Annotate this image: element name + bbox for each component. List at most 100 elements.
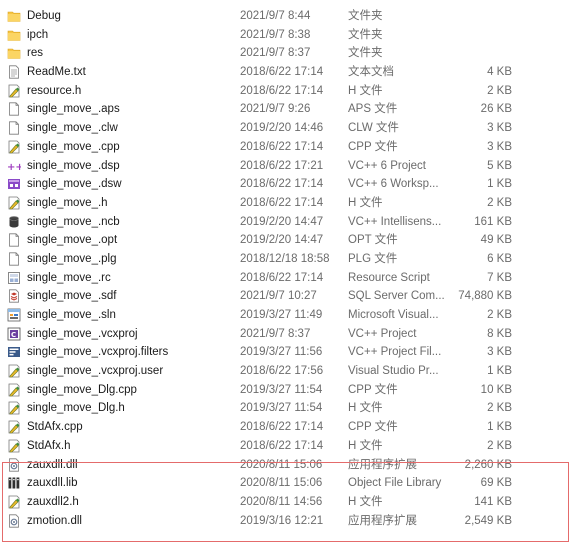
file-size: 161 KB bbox=[474, 215, 512, 228]
file-name: single_move_.ncb bbox=[27, 215, 120, 228]
code-file-icon bbox=[7, 420, 21, 434]
file-size: 74,880 KB bbox=[458, 290, 512, 303]
file-name: single_move_.plg bbox=[27, 252, 117, 265]
file-type: VC++ Project Fil... bbox=[348, 346, 442, 359]
file-date: 2018/6/22 17:14 bbox=[240, 66, 324, 79]
file-row[interactable]: single_move_.vcxproj.filters 2019/3/27 11… bbox=[0, 343, 576, 362]
vc6-workspace-icon bbox=[7, 177, 21, 191]
file-row[interactable]: zmotion.dll 2019/3/16 12:21 应用程序扩展 2,549 KB bbox=[0, 512, 576, 531]
file-name: res bbox=[27, 47, 43, 60]
code-file-icon bbox=[7, 140, 21, 154]
file-name: resource.h bbox=[27, 84, 82, 97]
svg-text:++: ++ bbox=[7, 162, 21, 173]
file-row[interactable]: Csingle_move_.vcxproj 2021/9/7 8:37 VC++ P… bbox=[0, 325, 576, 344]
file-type: Object File Library bbox=[348, 477, 442, 490]
file-row[interactable]: resource.h 2018/6/22 17:14 H 文件 2 KB bbox=[0, 82, 576, 101]
file-size: 1 KB bbox=[487, 421, 512, 434]
file-row[interactable]: StdAfx.cpp 2018/6/22 17:14 CPP 文件 1 KB bbox=[0, 418, 576, 437]
file-row[interactable]: single_move_.aps 2021/9/7 9:26 APS 文件 26 KB bbox=[0, 100, 576, 119]
file-date: 2021/9/7 8:37 bbox=[240, 327, 311, 340]
file-row[interactable]: single_move_.clw 2019/2/20 14:46 CLW 文件 3 K… bbox=[0, 119, 576, 138]
file-type: H 文件 bbox=[348, 495, 383, 508]
file-type: OPT 文件 bbox=[348, 234, 398, 247]
file-size: 49 KB bbox=[480, 234, 512, 247]
file-type: CLW 文件 bbox=[348, 122, 399, 135]
file-date: 2021/9/7 8:44 bbox=[240, 10, 311, 22]
filters-file-icon bbox=[7, 345, 21, 359]
file-name: single_move_.cpp bbox=[27, 140, 120, 153]
file-row[interactable]: single_move_.h 2018/6/22 17:14 H 文件 2 KB bbox=[0, 194, 576, 213]
file-type: VC++ 6 Worksp... bbox=[348, 178, 439, 191]
svg-text:C: C bbox=[11, 331, 16, 339]
file-name: single_move_.h bbox=[27, 196, 108, 209]
file-name: single_move_.vcxproj.user bbox=[27, 365, 164, 378]
file-row[interactable]: single_move_.cpp 2018/6/22 17:14 CPP 文件 3 K… bbox=[0, 138, 576, 157]
file-row[interactable]: ++ single_move_.dsp 2018/6/22 17:21 VC++ 6 … bbox=[0, 157, 576, 176]
file-size: 6 KB bbox=[487, 252, 512, 265]
file-row[interactable]: single_move_Dlg.cpp 2019/3/27 11:54 CPP 文件… bbox=[0, 381, 576, 400]
file-row[interactable]: single_move_.sdf 2021/9/7 10:27 SQL Server… bbox=[0, 287, 576, 306]
blank-file-icon bbox=[7, 102, 21, 117]
file-date: 2019/3/27 11:54 bbox=[240, 383, 323, 396]
file-name: ipch bbox=[27, 28, 49, 41]
file-date: 2021/9/7 8:38 bbox=[240, 28, 311, 41]
file-type: VC++ Intellisens... bbox=[348, 215, 442, 228]
file-name: single_move_.dsw bbox=[27, 178, 122, 191]
file-row[interactable]: single_move_.opt 2019/2/20 14:47 OPT 文件 49 … bbox=[0, 231, 576, 250]
file-row[interactable]: res 2021/9/7 8:37 文件夹 bbox=[0, 44, 576, 63]
file-row[interactable]: single_move_.vcxproj.user 2018/6/22 17:56… bbox=[0, 362, 576, 381]
file-row[interactable]: single_move_.rc 2018/6/22 17:14 Resource S… bbox=[0, 269, 576, 288]
file-row[interactable]: single_move_Dlg.h 2019/3/27 11:54 H 文件 2 KB bbox=[0, 399, 576, 418]
file-row[interactable]: single_move_.plg 2018/12/18 18:58 PLG 文件 6 … bbox=[0, 250, 576, 269]
file-row[interactable]: ReadMe.txt 2018/6/22 17:14 文本文档 4 KB bbox=[0, 63, 576, 82]
file-date: 2018/6/22 17:14 bbox=[240, 439, 324, 452]
file-size: 26 KB bbox=[480, 103, 512, 116]
file-size: 2 KB bbox=[487, 402, 512, 415]
code-file-icon bbox=[7, 196, 21, 210]
file-row[interactable]: Debug 2021/9/7 8:44 文件夹 bbox=[0, 7, 576, 26]
file-size: 2 KB bbox=[487, 439, 512, 452]
file-name: zauxdll.lib bbox=[27, 477, 78, 490]
file-size: 3 KB bbox=[487, 140, 512, 153]
file-type: Visual Studio Pr... bbox=[348, 365, 439, 378]
file-name: single_move_.dsp bbox=[27, 159, 120, 172]
file-date: 2019/3/27 11:49 bbox=[240, 309, 323, 321]
blank-file-icon bbox=[7, 252, 21, 266]
file-name: single_move_.opt bbox=[27, 234, 118, 247]
code-file-icon bbox=[7, 364, 21, 378]
file-size: 3 KB bbox=[487, 346, 512, 359]
file-size: 141 KB bbox=[474, 495, 512, 508]
file-type: CPP 文件 bbox=[348, 421, 398, 434]
file-type: H 文件 bbox=[348, 84, 383, 97]
file-name: single_move_Dlg.cpp bbox=[27, 383, 137, 396]
file-size: 2,549 KB bbox=[464, 514, 512, 527]
file-date: 2020/8/11 14:56 bbox=[240, 495, 323, 508]
file-type: Resource Script bbox=[348, 271, 430, 284]
file-row[interactable]: StdAfx.h 2018/6/22 17:14 H 文件 2 KB bbox=[0, 437, 576, 456]
file-date: 2018/6/22 17:56 bbox=[240, 365, 324, 378]
file-list: Debug 2021/9/7 8:44 文件夹 ipch 2021/9/7 8:38 文件… bbox=[0, 7, 576, 530]
file-type: H 文件 bbox=[348, 439, 383, 452]
file-date: 2019/3/27 11:56 bbox=[240, 346, 323, 359]
file-size: 2 KB bbox=[487, 196, 512, 209]
file-size: 7 KB bbox=[487, 271, 512, 284]
file-row[interactable]: ipch 2021/9/7 8:38 文件夹 bbox=[0, 26, 576, 45]
file-row[interactable]: single_move_.ncb 2019/2/20 14:47 VC++ Inte… bbox=[0, 213, 576, 232]
file-name: single_move_.vcxproj.filters bbox=[27, 346, 169, 359]
file-name: single_move_.vcxproj bbox=[27, 327, 138, 340]
lib-file-icon bbox=[7, 476, 21, 490]
file-size: 2,260 KB bbox=[464, 458, 512, 471]
file-type: 应用程序扩展 bbox=[348, 458, 417, 471]
vcxproj-icon: C bbox=[7, 327, 21, 341]
file-row[interactable]: zauxdll.lib 2020/8/11 15:06 Object File Li… bbox=[0, 474, 576, 493]
file-date: 2018/6/22 17:14 bbox=[240, 178, 324, 191]
file-type: SQL Server Com... bbox=[348, 290, 445, 303]
file-row[interactable]: zauxdll.dll 2020/8/11 15:06 应用程序扩展 2,260 KB bbox=[0, 456, 576, 475]
file-row[interactable]: single_move_.sln 2019/3/27 11:49 Microsoft… bbox=[0, 306, 576, 325]
file-size: 69 KB bbox=[480, 477, 512, 490]
file-date: 2018/12/18 18:58 bbox=[240, 252, 330, 265]
file-name: StdAfx.cpp bbox=[27, 421, 83, 434]
file-row[interactable]: single_move_.dsw 2018/6/22 17:14 VC++ 6 Wo… bbox=[0, 175, 576, 194]
file-row[interactable]: zauxdll2.h 2020/8/11 14:56 H 文件 141 KB bbox=[0, 493, 576, 512]
file-name: ReadMe.txt bbox=[27, 66, 86, 79]
